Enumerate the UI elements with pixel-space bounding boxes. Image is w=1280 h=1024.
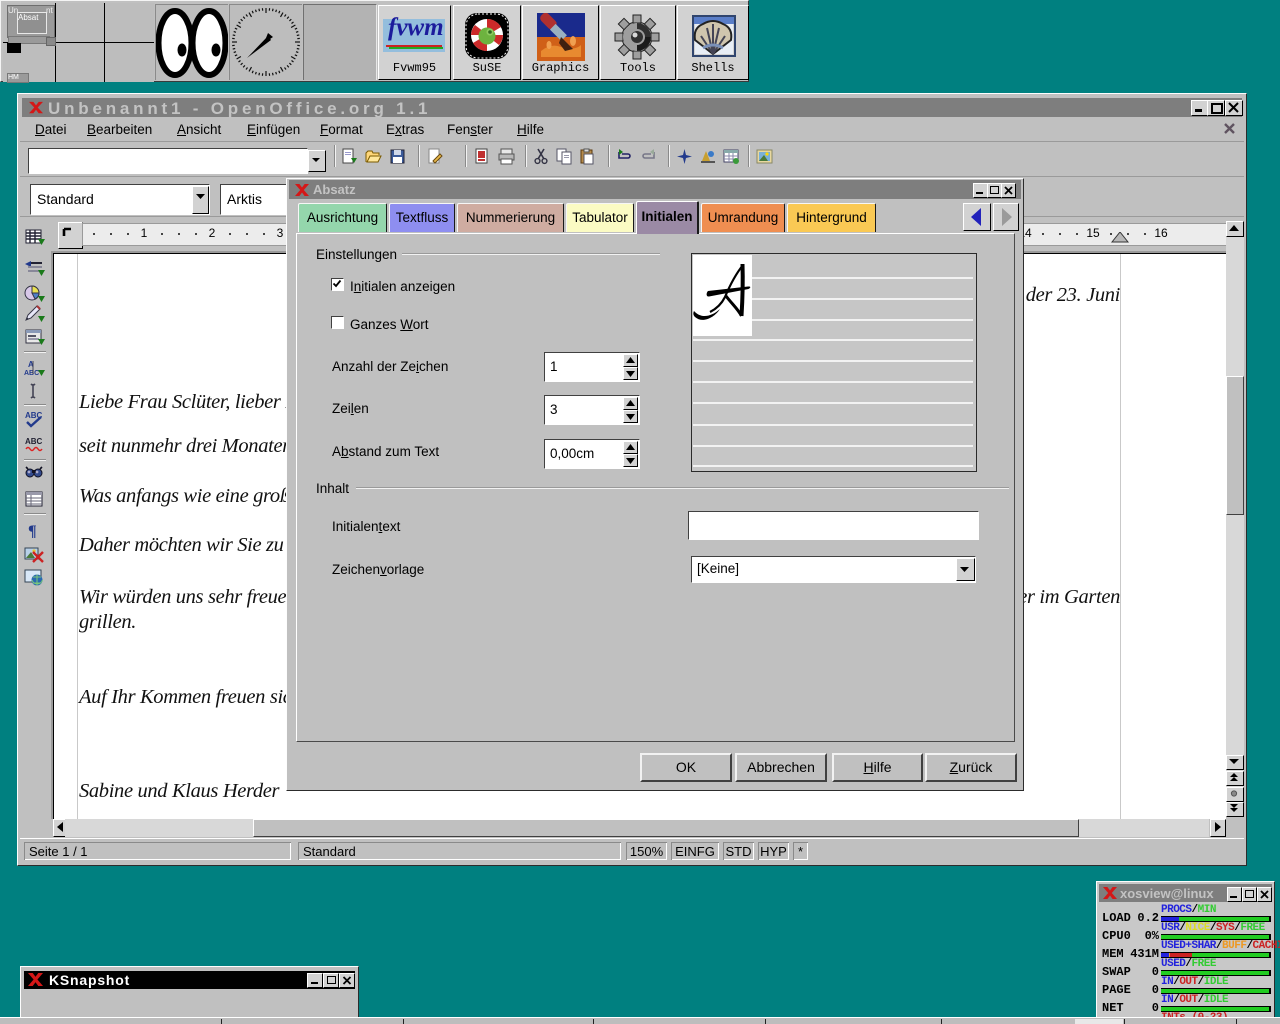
svg-text:ABC: ABC [25,437,43,446]
svg-text:¶: ¶ [28,523,37,540]
svg-text:ABC: ABC [24,370,39,377]
